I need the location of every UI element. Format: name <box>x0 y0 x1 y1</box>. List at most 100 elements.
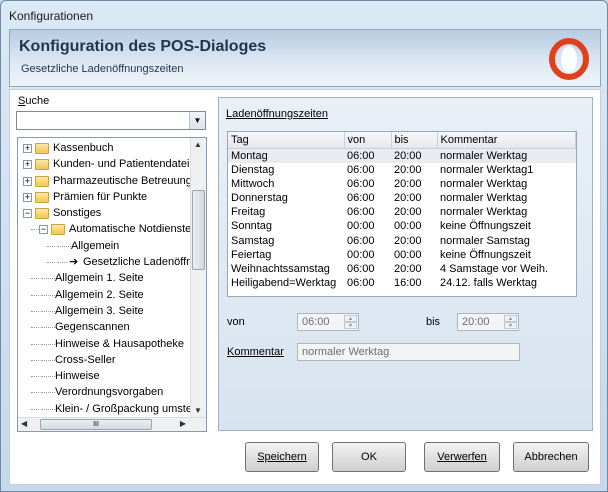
column-header-kommentar[interactable]: Kommentar <box>437 132 576 149</box>
tree-item-label: Allgemein 2. Seite <box>55 288 144 301</box>
tree-connector <box>41 376 55 378</box>
tree-item[interactable]: ➔ Gesetzliche Ladenöffnungszeiten <box>18 254 192 270</box>
scroll-thumb-horizontal[interactable]: III <box>40 419 152 430</box>
folder-icon <box>51 224 65 236</box>
cell-kommentar: normaler Werktag1 <box>440 163 534 176</box>
cancel-button[interactable]: Abbrechen <box>513 442 589 472</box>
tree-horizontal-scrollbar[interactable]: ◀ III ▶ <box>18 417 206 431</box>
cell-tag: Dienstag <box>231 163 275 176</box>
search-combobox[interactable]: ▼ <box>16 111 206 130</box>
tree-item[interactable]: − Automatische Notdienste <box>18 221 192 237</box>
tree-item[interactable]: + Kunden- und Patientendatei <box>18 156 192 172</box>
hours-table[interactable]: Tag von bis Kommentar Montag 06:00 20:00 no… <box>227 131 577 297</box>
cell-von: 00:00 <box>347 220 375 233</box>
tree-item[interactable]: Hinweise <box>18 368 192 384</box>
collapse-icon[interactable]: − <box>39 225 48 235</box>
cell-tag: Heiligabend=Werktag <box>231 277 337 290</box>
search-label: Suche <box>18 95 50 107</box>
tree-item[interactable]: Allgemein 2. Seite <box>18 287 192 303</box>
cell-bis: 20:00 <box>394 163 422 176</box>
cell-kommentar: keine Öffnungszeit <box>440 220 531 233</box>
current-item-arrow-icon: ➔ <box>69 256 79 269</box>
cell-tag: Montag <box>228 148 344 163</box>
tree-vertical-scrollbar[interactable]: ▲ ▼ <box>190 138 206 417</box>
tree-item[interactable]: + Kassenbuch <box>18 140 192 156</box>
table-row[interactable]: Samstag 06:00 20:00 normaler Samstag <box>228 233 576 247</box>
spin-up-icon[interactable]: ▲ <box>344 315 357 322</box>
tree-item[interactable]: Verordnungsvorgaben <box>18 384 192 400</box>
table-row[interactable]: Heiligabend=Werktag 06:00 16:00 24.12. fall… <box>228 276 576 290</box>
scroll-thumb[interactable] <box>192 190 205 270</box>
expand-icon[interactable]: + <box>23 144 32 153</box>
tree-item[interactable]: Allgemein <box>18 238 192 254</box>
tree-connector <box>31 376 39 378</box>
tree-item[interactable]: Gegenscannen <box>18 319 192 335</box>
tree-item[interactable]: + Prämien für Punkte <box>18 189 192 205</box>
cell-von: 06:00 <box>347 234 375 247</box>
table-row[interactable]: Montag 06:00 20:00 normaler Werktag <box>228 148 576 163</box>
cell-tag: Samstag <box>231 234 275 247</box>
tree-connector <box>31 327 39 329</box>
cell-von: 06:00 <box>344 148 391 163</box>
tree-item[interactable]: − Sonstiges <box>18 205 192 221</box>
dialog-subtitle: Gesetzliche Ladenöffnungszeiten <box>21 63 184 75</box>
folder-icon <box>35 175 49 187</box>
tree-connector <box>57 262 67 264</box>
tree-item[interactable]: + Pharmazeutische Betreuung <box>18 173 192 189</box>
tree-connector <box>31 359 39 361</box>
spin-up-icon[interactable]: ▲ <box>504 315 517 322</box>
tree-item[interactable]: Allgemein 1. Seite <box>18 270 192 286</box>
collapse-icon[interactable]: − <box>23 209 32 219</box>
tree-item[interactable]: Allgemein 3. Seite <box>18 303 192 319</box>
tree-connector <box>41 343 55 345</box>
panel-title: Ladenöffnungszeiten <box>226 108 328 120</box>
save-button[interactable]: Speichern <box>245 442 319 472</box>
spin-down-icon[interactable]: ▼ <box>344 322 357 329</box>
navigation-tree[interactable]: + Kassenbuch + Kunden- und Patientendatei + P… <box>17 137 207 432</box>
discard-button[interactable]: Verwerfen <box>424 442 500 472</box>
kommentar-label: Kommentar <box>227 346 284 358</box>
expand-icon[interactable]: + <box>23 192 32 202</box>
table-row[interactable]: Freitag 06:00 20:00 normaler Werktag <box>228 205 576 219</box>
scroll-up-icon[interactable]: ▲ <box>194 140 202 149</box>
tree-connector <box>31 392 39 394</box>
column-header-tag[interactable]: Tag <box>228 132 345 149</box>
cell-bis: 16:00 <box>394 277 422 290</box>
column-header-von[interactable]: von <box>344 132 392 149</box>
kommentar-input[interactable]: normaler Werktag <box>297 343 520 361</box>
tree-item[interactable]: Hinweise & Hausapotheke <box>18 336 192 352</box>
tree-item-label: Allgemein 1. Seite <box>55 272 144 285</box>
cell-tag: Freitag <box>231 206 266 219</box>
von-time-spinner[interactable]: 06:00 ▲ ▼ <box>297 313 359 331</box>
tree-rows: + Kassenbuch + Kunden- und Patientendatei + P… <box>18 140 192 417</box>
tree-item[interactable]: Klein- / Großpackung umstellen <box>18 401 192 417</box>
expand-icon[interactable]: + <box>23 176 32 186</box>
table-row[interactable]: Weihnachtssamstag 06:00 20:00 4 Samstage vo… <box>228 262 576 276</box>
bis-time-spinner[interactable]: 20:00 ▲ ▼ <box>457 313 519 331</box>
table-row[interactable]: Feiertag 00:00 00:00 keine Öffnungszeit <box>228 248 576 262</box>
tree-connector <box>31 343 39 345</box>
tree-connector <box>47 245 55 247</box>
spin-down-icon[interactable]: ▼ <box>504 322 517 329</box>
scroll-down-icon[interactable]: ▼ <box>194 406 202 415</box>
tree-connector <box>31 294 39 296</box>
cell-bis: 20:00 <box>394 234 422 247</box>
ok-button[interactable]: OK <box>332 442 406 472</box>
cell-tag: Sonntag <box>231 220 272 233</box>
column-header-bis[interactable]: bis <box>391 132 438 149</box>
table-row[interactable]: Donnerstag 06:00 20:00 normaler Werktag <box>228 191 576 205</box>
tree-item-label: Prämien für Punkte <box>53 190 148 203</box>
cell-von: 06:00 <box>347 277 375 290</box>
scroll-right-icon[interactable]: ▶ <box>180 419 186 428</box>
table-row[interactable]: Dienstag 06:00 20:00 normaler Werktag1 <box>228 163 576 177</box>
tree-item[interactable]: Cross-Seller <box>18 352 192 368</box>
chevron-down-icon[interactable]: ▼ <box>189 112 205 129</box>
tree-item-label: Verordnungsvorgaben <box>55 386 164 399</box>
cell-von: 06:00 <box>347 191 375 204</box>
tree-connector <box>57 245 71 247</box>
table-row[interactable]: Mittwoch 06:00 20:00 normaler Werktag <box>228 177 576 191</box>
table-row[interactable]: Sonntag 00:00 00:00 keine Öffnungszeit <box>228 219 576 233</box>
tree-connector <box>41 408 55 410</box>
scroll-left-icon[interactable]: ◀ <box>21 419 27 428</box>
expand-icon[interactable]: + <box>23 160 32 170</box>
